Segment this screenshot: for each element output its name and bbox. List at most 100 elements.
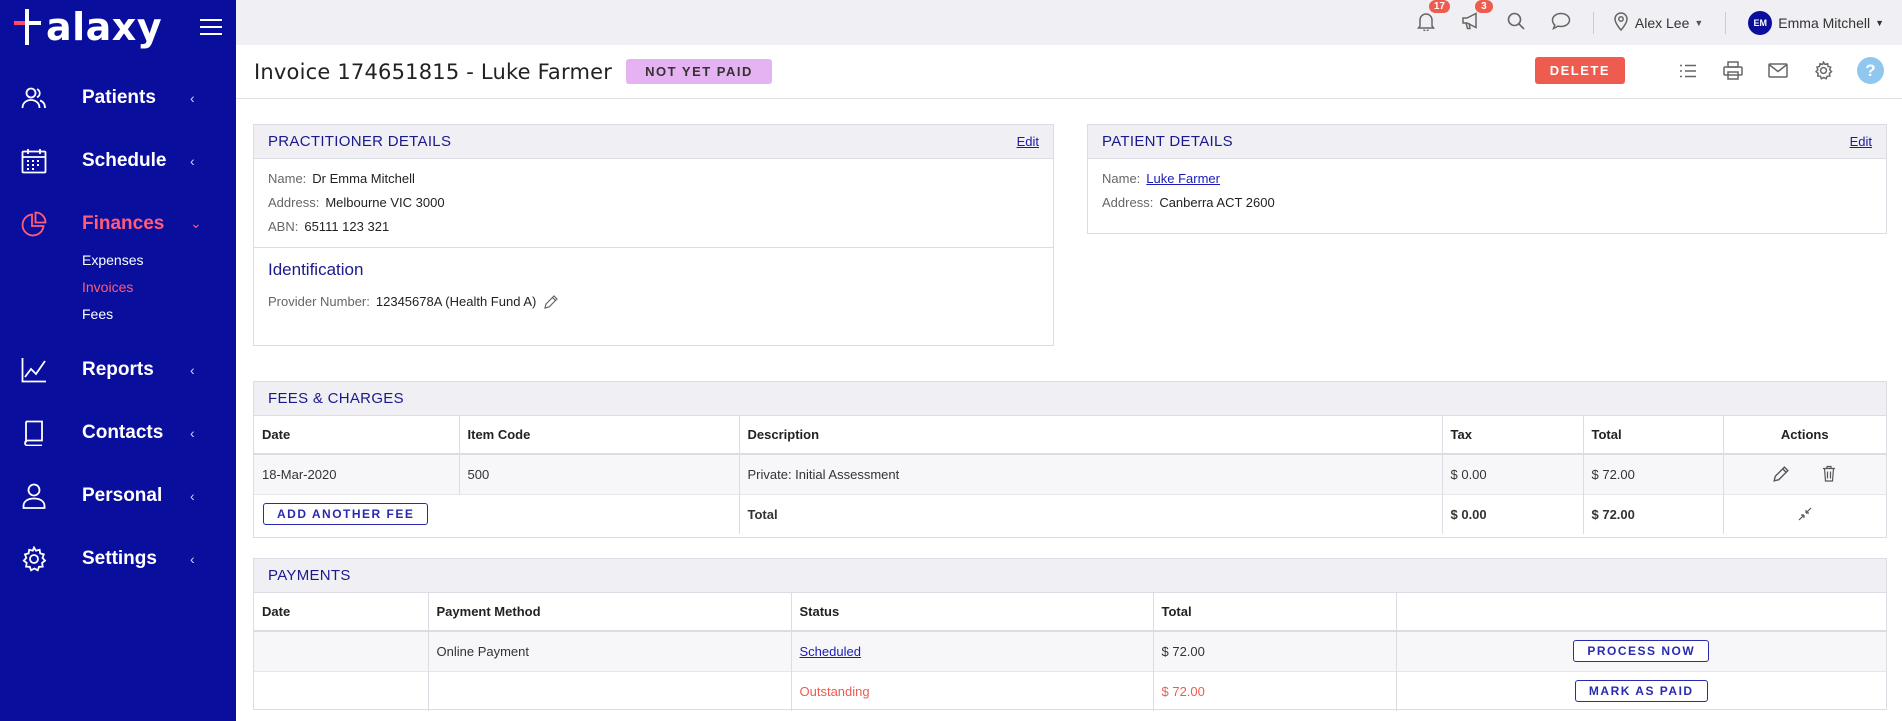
help-icon[interactable]: ? — [1857, 57, 1884, 84]
sidebar-item-reports[interactable]: Reports ‹ — [0, 338, 236, 401]
subnav-item-fees[interactable]: Fees — [82, 301, 236, 328]
status-badge: NOT YET PAID — [626, 59, 772, 84]
sidebar-item-schedule[interactable]: Schedule ‹ — [0, 129, 236, 192]
sidebar-item-finances[interactable]: Finances ⌄ — [0, 192, 236, 255]
logo-plus-icon — [14, 7, 48, 47]
payment-total: $ 72.00 — [1153, 630, 1397, 671]
label: Provider Number: — [268, 294, 370, 309]
column-header: Status — [791, 593, 1154, 632]
mark-as-paid-button[interactable]: MARK AS PAID — [1574, 680, 1708, 703]
search-button[interactable] — [1507, 12, 1525, 33]
payment-date — [254, 630, 429, 671]
location-name: Alex Lee — [1634, 14, 1690, 31]
sidebar-item-label: Reports — [82, 358, 154, 380]
total-tax: $ 0.00 — [1442, 493, 1584, 534]
sidebar: alaxy Patients ‹ Schedule ‹ Finances ⌄ E… — [0, 0, 236, 721]
fee-actions — [1723, 453, 1886, 494]
collapse-arrows-icon[interactable] — [1795, 504, 1815, 524]
sidebar-nav: Patients ‹ Schedule ‹ Finances ⌄ Expense… — [0, 66, 236, 590]
halaxy-logo[interactable]: alaxy — [14, 5, 162, 49]
sidebar-item-label: Personal — [82, 484, 163, 506]
email-icon[interactable] — [1768, 61, 1788, 81]
column-header: Date — [254, 593, 429, 632]
topbar-divider — [1592, 11, 1594, 34]
trash-icon[interactable] — [1819, 464, 1839, 484]
location-selector[interactable]: Alex Lee ▼ — [1614, 11, 1703, 34]
notifications-button[interactable]: 17 — [1416, 0, 1450, 34]
subnav-item-invoices[interactable]: Invoices — [82, 274, 236, 301]
label: Address: — [268, 195, 320, 210]
user-menu[interactable]: EM Emma Mitchell ▼ — [1748, 10, 1884, 35]
sidebar-item-label: Finances — [82, 212, 165, 234]
users-icon — [20, 84, 48, 112]
fees-heading: FEES & CHARGES — [268, 390, 404, 407]
sidebar-item-personal[interactable]: Personal ‹ — [0, 464, 236, 527]
calendar-icon — [20, 147, 48, 175]
announcements-button[interactable]: 3 — [1461, 0, 1493, 33]
sidebar-item-settings[interactable]: Settings ‹ — [0, 527, 236, 590]
sidebar-item-patients[interactable]: Patients ‹ — [0, 66, 236, 129]
patient-address: Canberra ACT 2600 — [1159, 195, 1275, 210]
column-header: Tax — [1442, 416, 1584, 455]
patient-edit-link[interactable]: Edit — [1850, 134, 1872, 149]
announcements-badge: 3 — [1474, 0, 1493, 13]
fee-total: $ 72.00 — [1583, 453, 1724, 494]
identification-heading: Identification — [268, 260, 364, 279]
chevron-left-icon: ‹ — [190, 550, 195, 567]
chevron-left-icon: ‹ — [190, 424, 195, 441]
print-icon[interactable] — [1723, 61, 1743, 81]
settings-gear-icon[interactable] — [1813, 61, 1833, 81]
pencil-icon[interactable] — [544, 295, 559, 309]
fees-table: Date Item Code Description Tax Total Act… — [254, 416, 1886, 534]
bell-icon — [1416, 12, 1435, 34]
practitioner-address: Melbourne VIC 3000 — [325, 195, 445, 210]
payment-status-link[interactable]: Scheduled — [800, 644, 861, 659]
provider-number: 12345678A (Health Fund A) — [375, 294, 537, 309]
sidebar-item-label: Schedule — [82, 149, 167, 171]
gear-icon — [20, 545, 48, 573]
sidebar-item-label: Patients — [82, 86, 156, 108]
column-header — [1396, 593, 1886, 632]
process-now-button[interactable]: PROCESS NOW — [1573, 640, 1710, 663]
column-header: Description — [739, 416, 1443, 455]
sidebar-item-label: Contacts — [82, 421, 164, 443]
user-name: Emma Mitchell — [1778, 14, 1871, 31]
list-icon[interactable] — [1678, 61, 1698, 81]
total-amount: $ 72.00 — [1583, 493, 1724, 534]
top-bar: 17 3 Alex Lee ▼ EM Emma Mitchell ▼ — [236, 0, 1902, 45]
pie-chart-icon — [20, 210, 48, 238]
practitioner-abn: 65111 123 321 — [304, 219, 390, 234]
fee-item-code: 500 — [459, 453, 740, 494]
add-another-fee-button[interactable]: ADD ANOTHER FEE — [263, 503, 429, 526]
payment-date — [254, 670, 429, 711]
practitioner-edit-link[interactable]: Edit — [1017, 134, 1039, 149]
column-header: Payment Method — [428, 593, 792, 632]
fees-panel: FEES & CHARGES Date Item Code Descriptio… — [253, 381, 1887, 538]
main-area: 17 3 Alex Lee ▼ EM Emma Mitchell ▼ Invoi… — [236, 0, 1902, 721]
sidebar-item-label: Settings — [82, 547, 157, 569]
payment-status: Outstanding — [791, 670, 1154, 711]
label: Name: — [1102, 171, 1141, 186]
label: Name: — [268, 171, 307, 186]
caret-down-icon: ▼ — [1875, 17, 1884, 28]
line-chart-icon — [20, 356, 48, 384]
sidebar-item-contacts[interactable]: Contacts ‹ — [0, 401, 236, 464]
invoice-header: Invoice 174651815 - Luke Farmer NOT YET … — [236, 45, 1902, 99]
chevron-left-icon: ‹ — [190, 361, 195, 378]
edit-pencil-icon[interactable] — [1771, 464, 1791, 484]
payment-total: $ 72.00 — [1153, 670, 1397, 711]
logo-wordmark: alaxy — [46, 5, 163, 49]
messages-button[interactable] — [1551, 12, 1571, 33]
payments-heading: PAYMENTS — [268, 567, 351, 584]
patient-panel: PATIENT DETAILS Edit Name: Luke Farmer Ad… — [1087, 124, 1887, 234]
payment-method — [428, 670, 792, 711]
menu-toggle-icon[interactable] — [200, 19, 222, 35]
table-row: Online Payment Scheduled $ 72.00 PROCESS… — [254, 630, 1886, 671]
column-header: Actions — [1723, 416, 1886, 455]
payments-panel: PAYMENTS Date Payment Method Status Tota… — [253, 558, 1887, 711]
avatar: EM — [1748, 10, 1773, 35]
delete-button[interactable]: DELETE — [1534, 57, 1625, 84]
fee-date: 18-Mar-2020 — [254, 453, 460, 494]
patient-name-link[interactable]: Luke Farmer — [1146, 171, 1220, 186]
column-header: Date — [254, 416, 460, 455]
